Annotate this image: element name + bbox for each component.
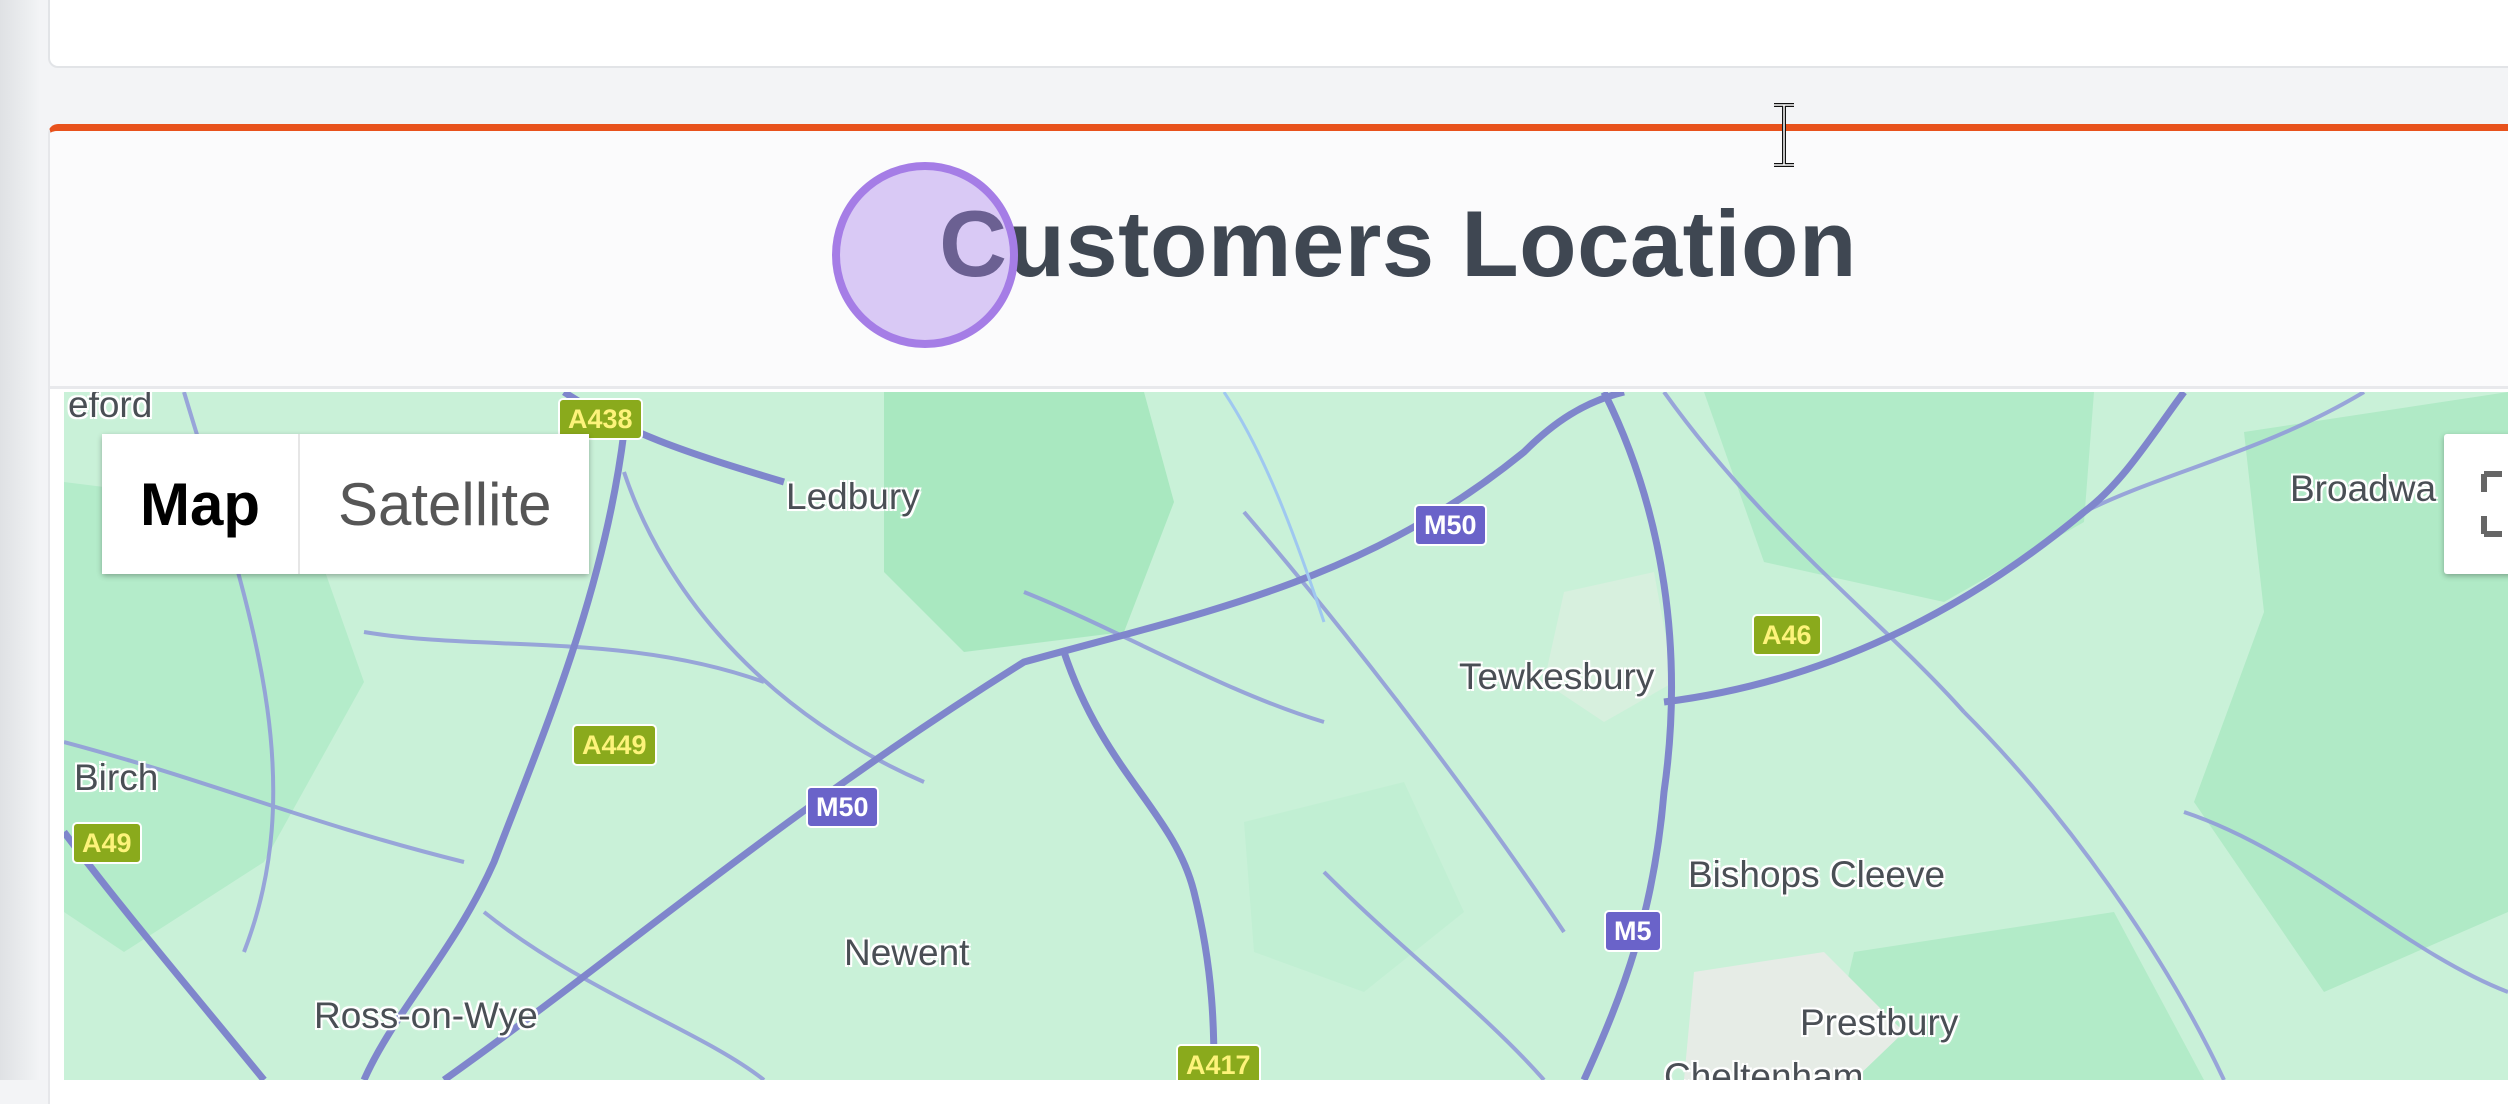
place-label: Ledbury (786, 476, 920, 517)
fullscreen-icon (2481, 471, 2502, 537)
place-label: Prestbury (1800, 1002, 1959, 1043)
card-header: Customers Location (50, 131, 2508, 389)
place-label: Bishops Cleeve (1688, 854, 1946, 895)
road-shield: M50 (806, 786, 879, 828)
forest-area (1824, 912, 2204, 1080)
road-shield: M5 (1604, 910, 1662, 952)
road-shield: A46 (1752, 614, 1822, 656)
place-label: Cheltenham (1664, 1056, 1864, 1080)
left-sidebar-edge (0, 0, 40, 1080)
place-label: Tewkesbury (1459, 656, 1655, 697)
forest-area (1704, 392, 2094, 602)
map-type-control: Map Satellite (102, 434, 590, 574)
forest-area (1244, 782, 1464, 992)
road-m5 (1580, 392, 1675, 1080)
urban-area (1544, 572, 1674, 722)
road-a417 (1060, 650, 1218, 1080)
click-indicator (832, 162, 1018, 348)
satellite-view-button[interactable]: Satellite (300, 434, 590, 574)
place-label: Newent (844, 932, 970, 973)
road-shield: A449 (572, 724, 657, 766)
road-shield: M50 (1414, 504, 1487, 546)
road-shield: A49 (72, 822, 142, 864)
map-view-button[interactable]: Map (102, 434, 300, 574)
place-label: Birch (74, 757, 159, 798)
place-label: Ross-on-Wye (314, 995, 538, 1036)
text-cursor-icon (1774, 103, 1794, 167)
card-title: Customers Location (939, 191, 1857, 296)
road-shield: A417 (1176, 1044, 1261, 1080)
previous-card (48, 0, 2508, 68)
forest-area (884, 392, 1174, 652)
customers-map[interactable]: eford Ledbury Tewkesbury Broadwa Birch N… (64, 392, 2508, 1080)
fullscreen-button[interactable] (2444, 434, 2508, 574)
place-label: eford (68, 392, 153, 425)
place-label: Broadwa (2290, 468, 2437, 509)
